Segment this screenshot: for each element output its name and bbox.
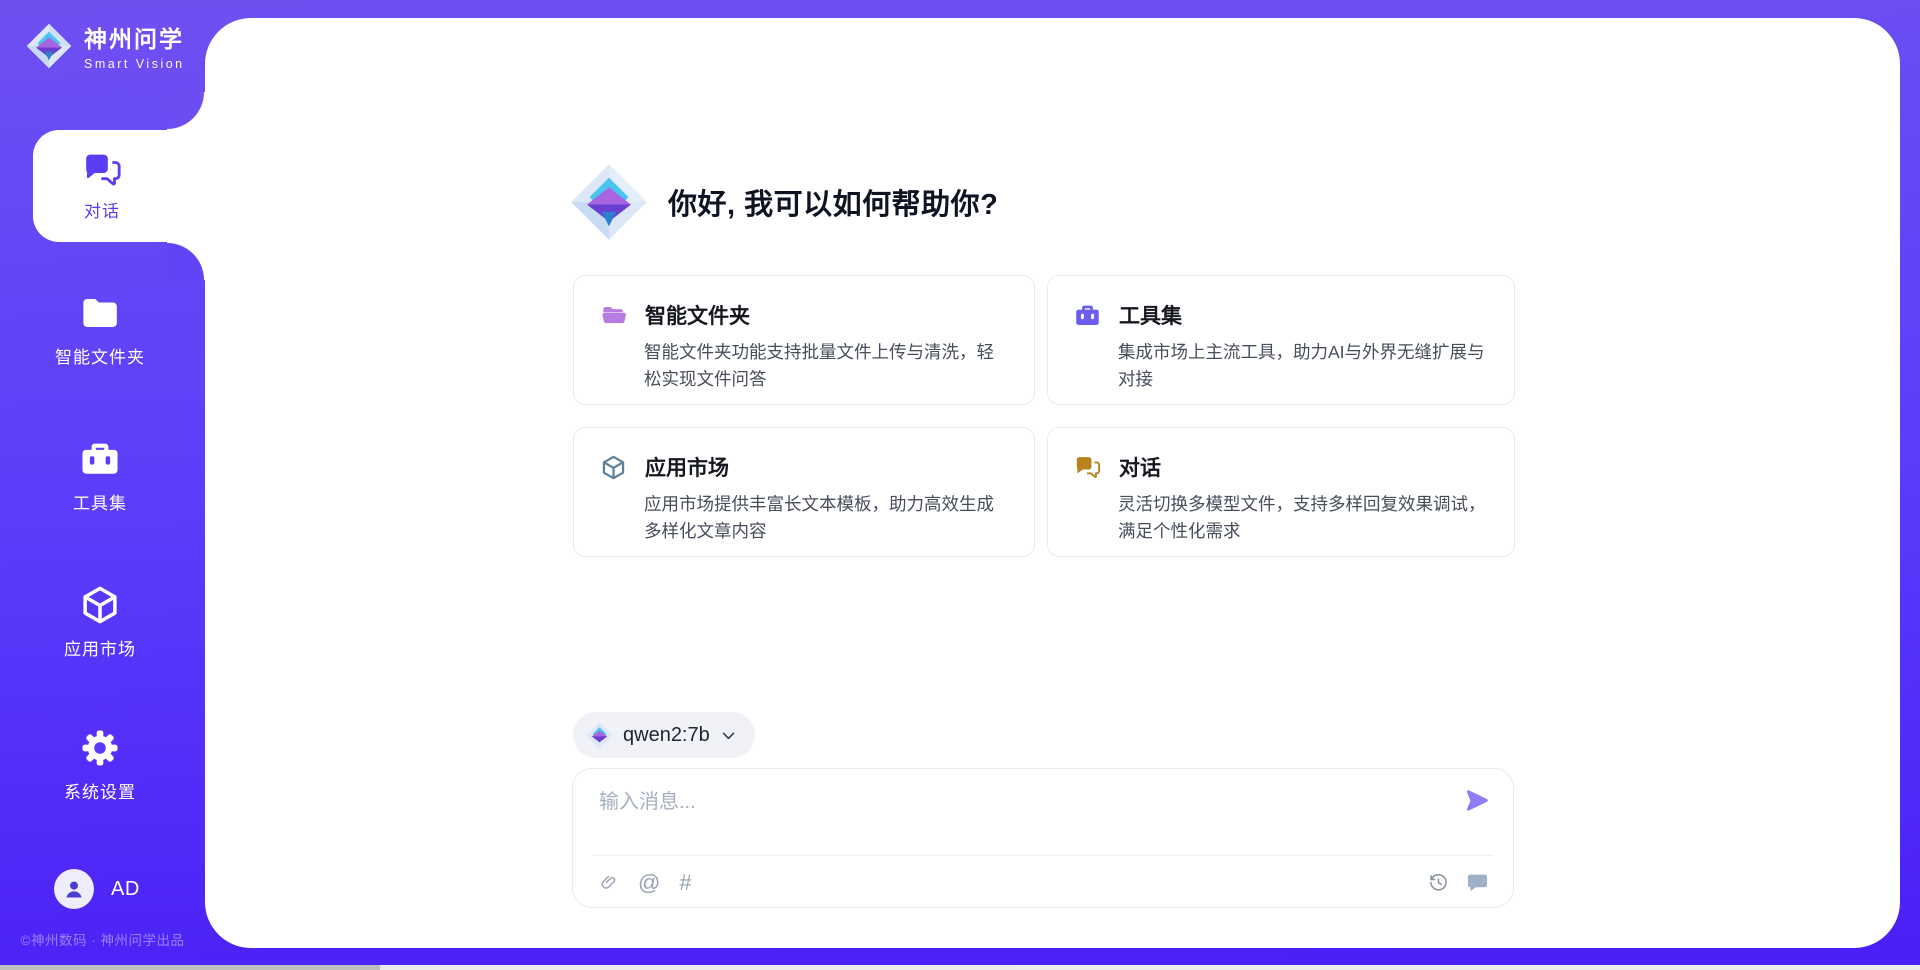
card-title: 应用市场 [645,452,729,482]
message-icon[interactable] [1466,871,1489,894]
user-profile[interactable]: AD [54,869,140,909]
send-icon[interactable] [1463,787,1491,815]
card-description: 灵活切换多模型文件，支持多样回复效果调试，满足个性化需求 [1118,491,1490,545]
folder-icon [79,292,121,334]
attachment-icon[interactable] [599,872,619,894]
brand-diamond-icon [26,23,72,69]
horizontal-scrollbar-thumb[interactable] [0,965,380,970]
cube-icon [79,584,121,626]
sidebar-item-label: 智能文件夹 [55,343,145,368]
card-description: 智能文件夹功能支持批量文件上传与清洗，轻松实现文件问答 [644,339,1010,393]
copyright-text: ©神州数码 · 神州问学出品 [0,929,205,949]
sidebar-item-chat[interactable]: 对话 [33,130,205,242]
chevron-down-icon [720,727,737,744]
card-description: 应用市场提供丰富长文本模板，助力高效生成多样化文章内容 [644,491,1010,545]
sidebar-item-label: 系统设置 [64,778,136,803]
sidebar-item-label: 工具集 [73,489,127,514]
card-toolset[interactable]: 工具集 集成市场上主流工具，助力AI与外界无缝扩展与对接 [1047,275,1515,405]
app-title: 神州问学 [84,20,185,54]
sidebar-item-settings[interactable]: 系统设置 [0,727,200,803]
card-chat[interactable]: 对话 灵活切换多模型文件，支持多样回复效果调试，满足个性化需求 [1047,427,1515,557]
sidebar-item-toolset[interactable]: 工具集 [0,438,200,514]
feature-cards: 智能文件夹 智能文件夹功能支持批量文件上传与清洗，轻松实现文件问答 工具集 集成… [573,275,1517,557]
chat-icon [82,150,122,190]
model-selector[interactable]: qwen2:7b [573,712,755,758]
card-smart-folder[interactable]: 智能文件夹 智能文件夹功能支持批量文件上传与清洗，轻松实现文件问答 [573,275,1035,405]
history-icon[interactable] [1428,872,1449,893]
avatar [54,869,94,909]
greeting-block: 你好, 我可以如何帮助你? [570,163,998,241]
card-title: 工具集 [1119,300,1182,330]
person-icon [62,877,86,901]
message-input[interactable] [599,785,1359,819]
composer-divider [593,855,1493,856]
model-name: qwen2:7b [623,724,710,747]
hashtag-icon[interactable]: # [679,872,691,894]
sidebar-item-smart-folder[interactable]: 智能文件夹 [0,292,200,368]
sidebar-item-label: 对话 [84,197,120,222]
sidebar-item-app-market[interactable]: 应用市场 [0,584,200,660]
card-description: 集成市场上主流工具，助力AI与外界无缝扩展与对接 [1118,339,1490,393]
brand-diamond-icon [586,722,613,749]
brand-diamond-icon [570,163,648,241]
folder-icon [600,302,627,329]
greeting-title: 你好, 我可以如何帮助你? [668,181,998,223]
chat-icon [1074,454,1101,481]
user-name: AD [111,878,140,901]
message-composer: @ # [572,768,1514,908]
horizontal-scrollbar-track [0,965,1920,970]
mention-icon[interactable]: @ [638,872,660,894]
briefcase-icon [1074,302,1101,329]
app-subtitle: Smart Vision [84,57,185,71]
gear-icon [79,727,121,769]
card-app-market[interactable]: 应用市场 应用市场提供丰富长文本模板，助力高效生成多样化文章内容 [573,427,1035,557]
card-title: 对话 [1119,452,1161,482]
app-logo: 神州问学 Smart Vision [26,20,185,71]
sidebar-item-label: 应用市场 [64,635,136,660]
cube-grid-icon [600,454,627,481]
card-title: 智能文件夹 [645,300,750,330]
briefcase-icon [79,438,121,480]
